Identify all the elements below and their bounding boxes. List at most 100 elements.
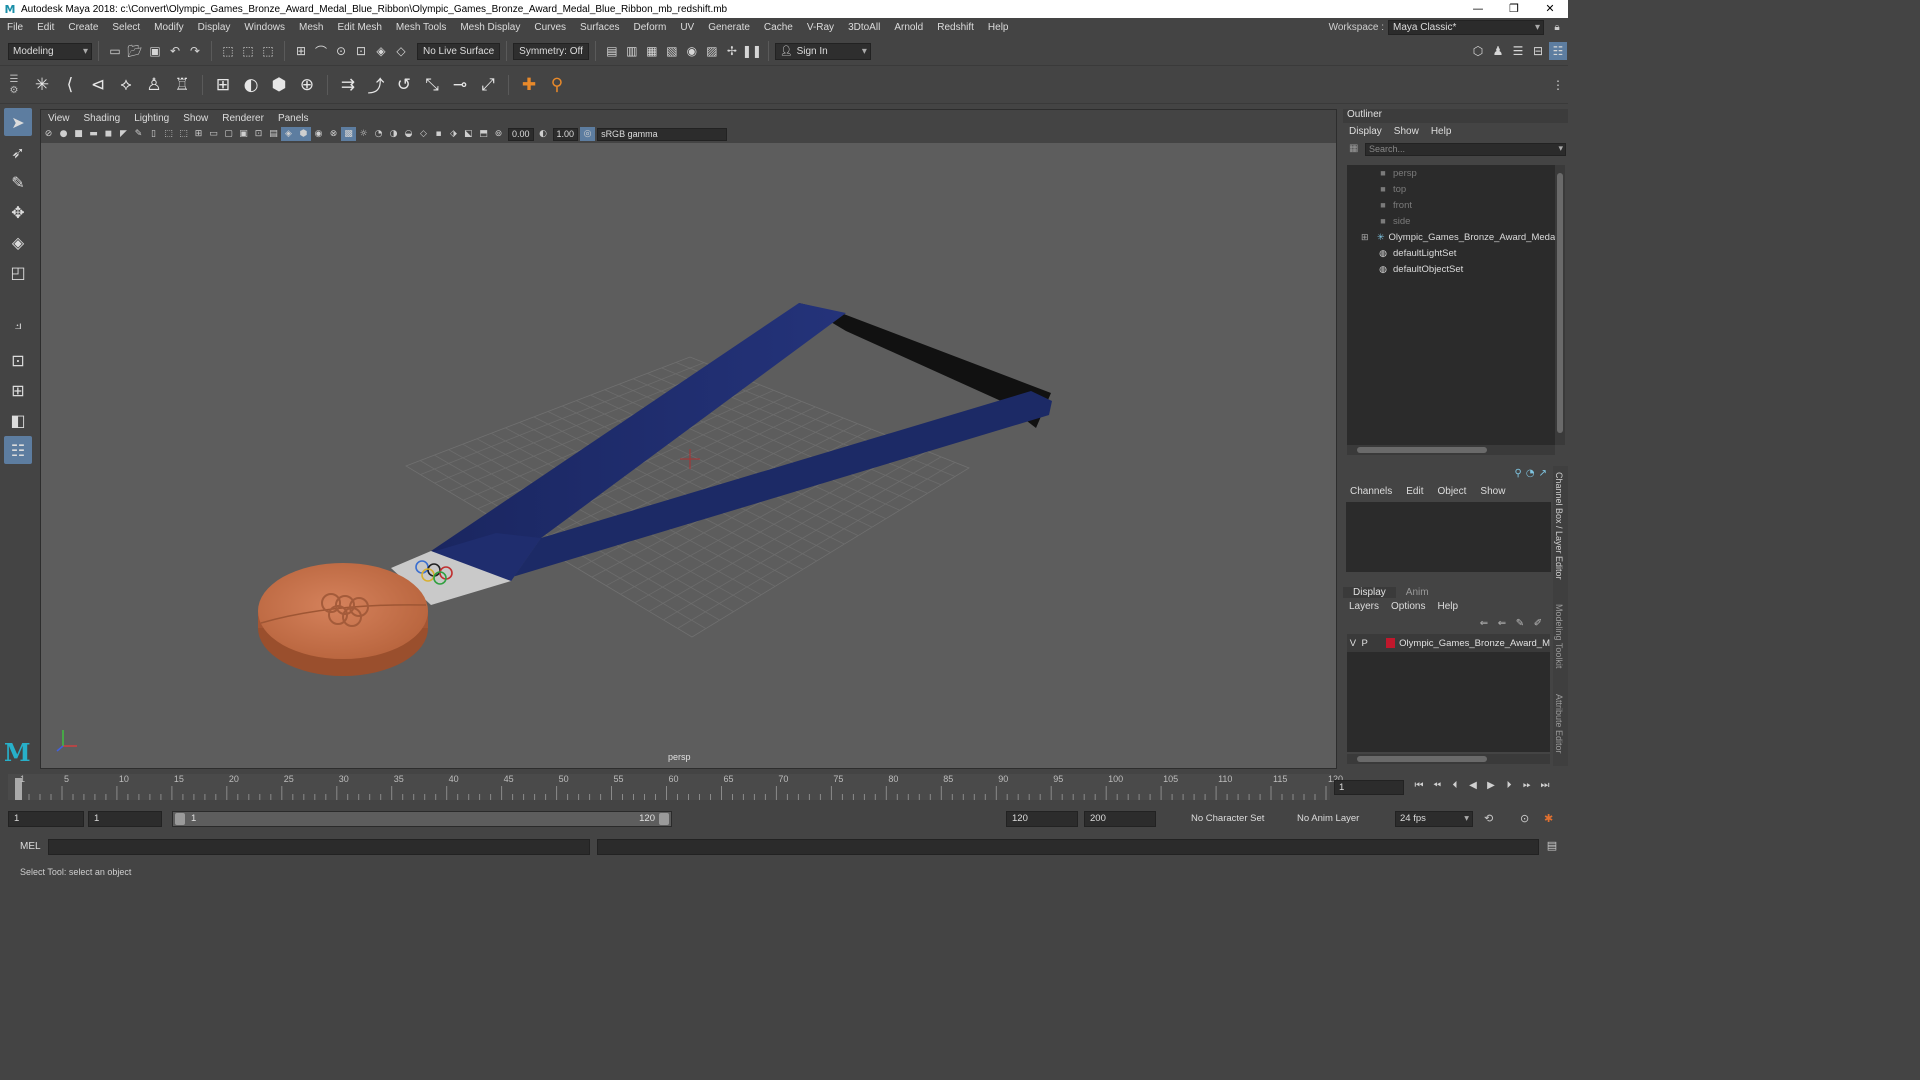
outliner-item-side[interactable]: ■ side: [1347, 213, 1555, 229]
panel-menu-renderer[interactable]: Renderer: [215, 113, 271, 124]
orient-constraint-icon[interactable]: ↺: [391, 72, 417, 98]
menu-deform[interactable]: Deform: [627, 22, 674, 33]
parent-constraint-icon[interactable]: ⇉: [335, 72, 361, 98]
range-end-handle[interactable]: [659, 813, 669, 825]
render-current-icon[interactable]: ▥: [623, 42, 641, 60]
film-gate-icon[interactable]: ⬚: [161, 127, 176, 141]
menu-edit-mesh[interactable]: Edit Mesh: [330, 22, 388, 33]
select-tool-icon[interactable]: ➤: [4, 108, 32, 136]
select-object-icon[interactable]: ⬚: [239, 42, 257, 60]
depth-of-field-icon[interactable]: ◒: [401, 127, 416, 141]
layer-playback-toggle[interactable]: P: [1359, 638, 1371, 649]
menu-redshift[interactable]: Redshift: [930, 22, 981, 33]
scrollbar-thumb[interactable]: [1357, 447, 1487, 453]
tab-modeling-toolkit[interactable]: Modeling Toolkit: [1554, 604, 1564, 668]
grid-toggle-icon[interactable]: ▯: [146, 127, 161, 141]
light-editor-icon[interactable]: ✢: [723, 42, 741, 60]
character-set-select[interactable]: No Character Set: [1185, 811, 1264, 827]
layer-color-swatch[interactable]: [1386, 638, 1396, 648]
show-manipulator-icon[interactable]: ⟓: [4, 310, 32, 338]
outliner-menu-display[interactable]: Display: [1343, 126, 1388, 137]
animation-end-field[interactable]: 200: [1084, 811, 1156, 827]
layer-visibility-toggle[interactable]: V: [1347, 638, 1359, 649]
auto-key-icon[interactable]: ⊙: [1520, 812, 1529, 825]
outliner-vertical-scrollbar[interactable]: [1555, 165, 1565, 445]
menu-file[interactable]: File: [0, 22, 30, 33]
menu-mesh-display[interactable]: Mesh Display: [453, 22, 527, 33]
minimize-button[interactable]: —: [1460, 0, 1496, 18]
menu-arnold[interactable]: Arnold: [887, 22, 930, 33]
outliner-item-medal-group[interactable]: ⊞ ✳ Olympic_Games_Bronze_Award_Medal_B: [1347, 229, 1555, 245]
outliner-menu-show[interactable]: Show: [1388, 126, 1425, 137]
gamma-field[interactable]: 1.00: [552, 127, 579, 141]
menu-set-select[interactable]: Modeling: [8, 42, 92, 60]
exposure-icon[interactable]: ⊚: [491, 127, 506, 141]
maximize-button[interactable]: ❐: [1496, 0, 1532, 18]
panel-menu-panels[interactable]: Panels: [271, 113, 316, 124]
filter-icon[interactable]: ▦: [1349, 143, 1358, 154]
point-constraint-icon[interactable]: ⤴: [363, 72, 389, 98]
x-ray-joints-icon[interactable]: ⬗: [446, 127, 461, 141]
snap-plane-icon[interactable]: ◇: [392, 42, 410, 60]
set-driven-key-icon[interactable]: ⚲: [544, 72, 570, 98]
move-layer-up-icon[interactable]: ⇐: [1475, 618, 1493, 629]
snap-surface-icon[interactable]: ◈: [372, 42, 390, 60]
view-transform-select[interactable]: sRGB gamma: [597, 127, 728, 141]
isolate-select-icon[interactable]: ◇: [416, 127, 431, 141]
go-to-start-icon[interactable]: ⏮: [1410, 780, 1428, 791]
outliner-item-defaultobjectset[interactable]: ◍ defaultObjectSet: [1347, 261, 1555, 277]
workspace-select[interactable]: Maya Classic*: [1388, 20, 1544, 35]
paint-weights-icon[interactable]: ◐: [238, 72, 264, 98]
open-scene-icon[interactable]: 📂︎: [126, 42, 144, 60]
lattice-icon[interactable]: ⬢: [266, 72, 292, 98]
select-camera-icon[interactable]: ⊘: [41, 127, 56, 141]
panel-menu-lighting[interactable]: Lighting: [127, 113, 176, 124]
range-slider[interactable]: 1 120: [172, 811, 672, 827]
panel-menu-view[interactable]: View: [41, 113, 77, 124]
rotate-tool-icon[interactable]: ◈: [4, 228, 32, 256]
bind-skin-icon[interactable]: ⊞: [210, 72, 236, 98]
motion-blur-icon[interactable]: ◔: [371, 127, 386, 141]
snap-curve-icon[interactable]: ⌒: [312, 42, 330, 60]
persp-outliner-layout-icon[interactable]: ◧: [4, 406, 32, 434]
safe-action-icon[interactable]: ▢: [221, 127, 236, 141]
menu-3dtoall[interactable]: 3DtoAll: [841, 22, 887, 33]
single-perspective-layout-icon[interactable]: ⊡: [4, 346, 32, 374]
close-button[interactable]: ✕: [1532, 0, 1568, 18]
script-language-toggle[interactable]: MEL: [12, 839, 48, 855]
play-forwards-icon[interactable]: ▶: [1482, 780, 1500, 791]
menu-windows[interactable]: Windows: [237, 22, 292, 33]
live-surface-field[interactable]: No Live Surface: [417, 42, 501, 60]
grease-pencil-icon[interactable]: ✎: [131, 127, 146, 141]
hypershade-icon[interactable]: ◉: [683, 42, 701, 60]
multisample-aa-icon[interactable]: ◑: [386, 127, 401, 141]
anim-prefs-icon[interactable]: ✱: [1544, 812, 1553, 825]
menu-mesh[interactable]: Mesh: [292, 22, 330, 33]
playback-end-field[interactable]: 120: [1006, 811, 1078, 827]
current-frame-field[interactable]: 1: [1334, 780, 1404, 795]
wireframe-on-shaded-icon[interactable]: ◈: [281, 127, 296, 141]
snap-point-icon[interactable]: ⊙: [332, 42, 350, 60]
panel-menu-show[interactable]: Show: [176, 113, 215, 124]
character-controls-icon[interactable]: ♟: [1489, 42, 1507, 60]
ik-handle-icon[interactable]: ✳: [29, 72, 55, 98]
new-scene-icon[interactable]: ▭: [106, 42, 124, 60]
menu-edit[interactable]: Edit: [30, 22, 61, 33]
shelf-menu-icon[interactable]: ☰ ⚙: [0, 66, 28, 104]
locator-icon[interactable]: ✚: [516, 72, 542, 98]
safe-title-icon[interactable]: ▣: [236, 127, 251, 141]
image-plane-icon[interactable]: ▬: [86, 127, 101, 141]
backface-culling-icon[interactable]: ⬒: [476, 127, 491, 141]
animation-start-field[interactable]: 1: [8, 811, 84, 827]
bookmark-icon[interactable]: ■: [71, 127, 86, 141]
render-settings-icon[interactable]: ▧: [663, 42, 681, 60]
outliner-layout-icon[interactable]: ☷: [4, 436, 32, 464]
outliner-menu-help[interactable]: Help: [1425, 126, 1458, 137]
undo-icon[interactable]: ↶: [166, 42, 184, 60]
outliner-item-persp[interactable]: ■ persp: [1347, 165, 1555, 181]
shelf-scroll-icon[interactable]: ⋮: [1549, 76, 1567, 94]
outliner-item-top[interactable]: ■ top: [1347, 181, 1555, 197]
go-to-end-icon[interactable]: ⏭: [1536, 780, 1554, 791]
step-forward-key-icon[interactable]: ⏩︎: [1518, 780, 1536, 791]
menu-help[interactable]: Help: [981, 22, 1016, 33]
